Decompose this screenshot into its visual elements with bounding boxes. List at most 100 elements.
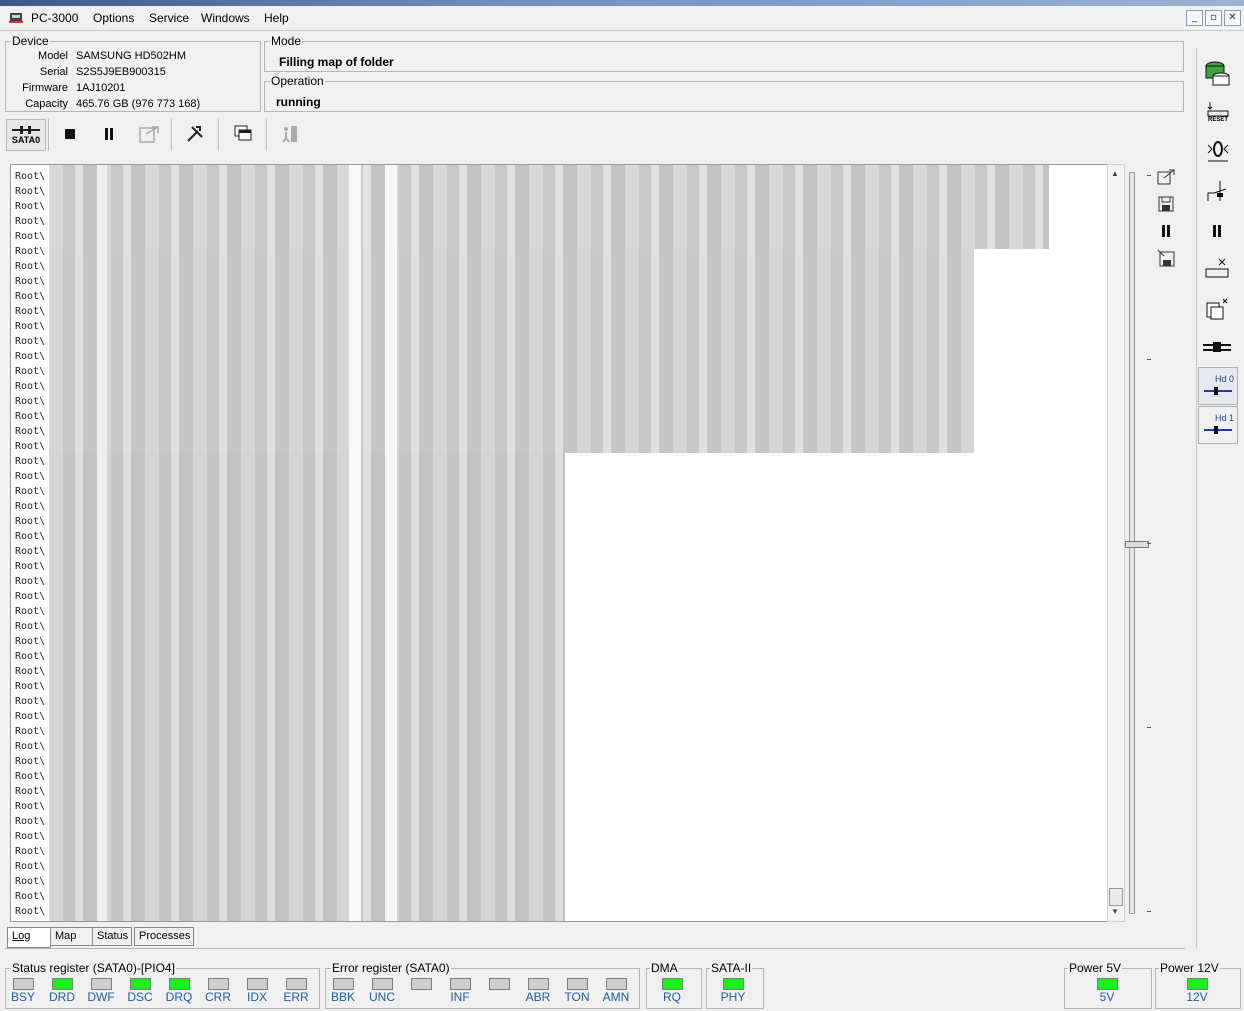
hd0-button[interactable]: Hd 0 <box>1198 367 1238 405</box>
capacity-value: 465.76 GB (976 773 168) <box>76 98 201 110</box>
tab-status[interactable]: Status <box>92 927 132 946</box>
export-icon <box>139 126 159 143</box>
minimize-button[interactable]: _ <box>1186 10 1203 26</box>
log-line: Root\ <box>15 681 46 692</box>
log-save-button[interactable] <box>1156 194 1176 214</box>
error-register-legend: Error register (SATA0) <box>332 961 450 975</box>
scroll-up-icon[interactable]: ▲ <box>1111 169 1119 178</box>
log-pause-button[interactable] <box>1156 221 1176 241</box>
sata2-phy-label: PHY <box>720 990 746 1004</box>
sata-switch-icon <box>1203 342 1231 352</box>
log-line: Root\ <box>15 606 46 617</box>
log-line: Root\ <box>15 411 46 422</box>
sata-switch-button[interactable] <box>1203 337 1231 357</box>
menu-options[interactable]: Options <box>93 11 134 25</box>
log-line: Root\ <box>15 591 46 602</box>
reset-icon <box>1207 102 1229 117</box>
operation-legend: Operation <box>271 74 324 88</box>
redacted-region <box>49 165 1049 249</box>
slider-tick <box>1147 911 1151 912</box>
log-line: Root\ <box>15 546 46 557</box>
right-pause-button[interactable] <box>1207 221 1227 241</box>
hd1-button[interactable]: Hd 1 <box>1198 406 1238 444</box>
log-line: Root\ <box>15 771 46 782</box>
menu-service[interactable]: Service <box>149 11 189 25</box>
status-label-dwf: DWF <box>87 990 115 1004</box>
log-line: Root\ <box>15 696 46 707</box>
log-line: Root\ <box>15 726 46 737</box>
restore-button[interactable]: ▫ <box>1205 10 1222 26</box>
toolbar-separator <box>171 119 173 151</box>
log-line: Root\ <box>15 816 46 827</box>
serial-value: S2S5J9EB900315 <box>76 66 166 78</box>
app-title: PC-3000 <box>31 11 79 25</box>
error-led-abr <box>528 978 549 990</box>
model-key: Model <box>38 50 68 62</box>
sata-port-icon <box>12 126 40 134</box>
windows-button[interactable] <box>228 119 258 149</box>
log-saveas-button[interactable] <box>1156 248 1176 268</box>
menu-windows[interactable]: Windows <box>201 11 250 25</box>
pause-button[interactable] <box>94 119 124 149</box>
tab-map[interactable]: Map <box>50 927 94 946</box>
error-led-amn <box>606 978 627 990</box>
log-line: Root\ <box>15 396 46 407</box>
exit-icon <box>282 126 297 143</box>
log-scrollbar[interactable]: ▲ ▼ <box>1107 164 1125 922</box>
tab-processes[interactable]: Processes <box>134 927 194 946</box>
log-line: Root\ <box>15 906 46 917</box>
power12-legend: Power 12V <box>1160 961 1219 975</box>
scroll-down-icon[interactable]: ▼ <box>1111 907 1119 916</box>
status-label-crr: CRR <box>205 990 231 1004</box>
stop-button[interactable] <box>55 119 85 149</box>
hd0-label: Hd 0 <box>1215 374 1235 384</box>
log-panel[interactable]: Root\ Root\ Root\ Root\ Root\ Root\ Root\ Root\… <box>10 164 1108 922</box>
capacity-key: Capacity <box>25 98 68 110</box>
connect-icon <box>1207 181 1227 201</box>
reset-button[interactable]: RESET <box>1205 98 1231 126</box>
error-label-unc: UNC <box>369 990 395 1004</box>
slider-tick <box>1147 543 1151 544</box>
redacted-stripe <box>97 165 107 921</box>
power-cycle-icon <box>1207 141 1229 162</box>
power5-led <box>1097 978 1118 990</box>
power-cycle-button[interactable] <box>1205 138 1231 166</box>
error-label-inf: INF <box>450 990 470 1004</box>
open-log-icon <box>1157 169 1175 185</box>
log-open-button[interactable] <box>1156 167 1176 187</box>
slider-tick <box>1147 359 1151 360</box>
zoom-slider-thumb[interactable] <box>1125 541 1149 548</box>
redacted-stripe <box>349 165 361 921</box>
tab-log[interactable]: Log <box>7 927 51 948</box>
connect-button[interactable] <box>1205 178 1231 206</box>
database-button[interactable] <box>1203 58 1233 88</box>
model-value: SAMSUNG HD502HM <box>76 50 187 62</box>
log-line: Root\ <box>15 171 46 182</box>
log-line: Root\ <box>15 576 46 587</box>
mode-legend: Mode <box>271 34 302 48</box>
scroll-thumb[interactable] <box>1109 888 1123 906</box>
toolbar: SATA0 <box>4 115 1184 155</box>
log-line: Root\ <box>15 246 46 257</box>
log-line: Root\ <box>15 426 46 437</box>
log-line: Root\ <box>15 366 46 377</box>
error-label-abr: ABR <box>525 990 551 1004</box>
slider-tick <box>1147 727 1151 728</box>
error-led-blank <box>411 978 432 990</box>
power12-label: 12V <box>1186 990 1208 1004</box>
tools-button[interactable] <box>180 119 210 149</box>
log-line: Root\ <box>15 891 46 902</box>
status-led-drd <box>52 978 73 990</box>
sata-port-button[interactable]: SATA0 <box>6 119 46 151</box>
copy-button[interactable] <box>1204 296 1230 322</box>
close-button[interactable]: ✕ <box>1224 10 1241 26</box>
status-led-drq <box>169 978 190 990</box>
export-button[interactable] <box>134 119 164 149</box>
sector-map-button[interactable] <box>1204 256 1230 280</box>
pause-icon <box>1213 225 1221 237</box>
menu-help[interactable]: Help <box>264 11 289 25</box>
exit-button[interactable] <box>274 119 304 149</box>
log-line: Root\ <box>15 186 46 197</box>
sata2-phy-led <box>723 978 744 990</box>
title-bar: PC-3000 Options Service Windows Help _ ▫… <box>0 6 1244 31</box>
